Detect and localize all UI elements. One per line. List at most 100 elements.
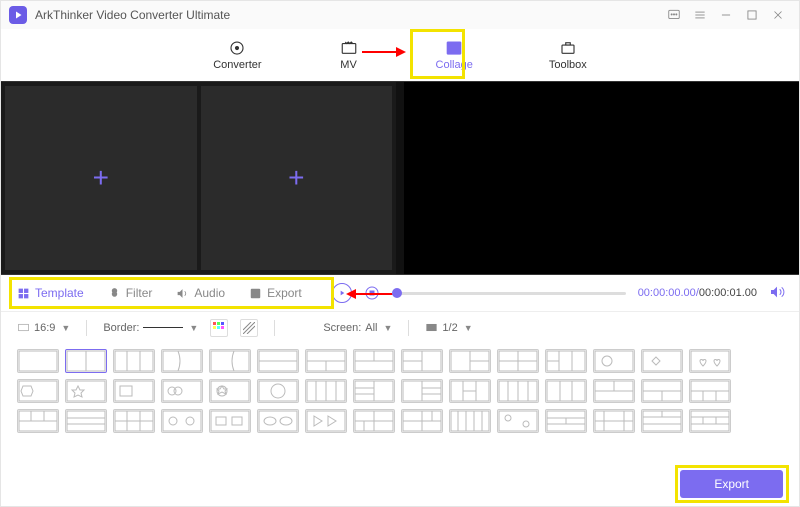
template-icon — [17, 287, 30, 300]
template-thumb[interactable] — [449, 409, 491, 433]
menu-icon[interactable] — [687, 5, 713, 25]
template-thumb[interactable] — [497, 379, 539, 403]
template-thumb[interactable] — [641, 409, 683, 433]
template-thumb[interactable] — [305, 349, 347, 373]
template-thumb[interactable] — [497, 349, 539, 373]
slider-thumb[interactable] — [392, 288, 402, 298]
template-thumb[interactable] — [449, 349, 491, 373]
editor-tabs: Template Filter Audio Export 00:00:00.00… — [1, 275, 799, 311]
template-thumb[interactable] — [113, 409, 155, 433]
template-thumb[interactable] — [305, 379, 347, 403]
template-thumb[interactable] — [209, 379, 251, 403]
workspace: + + — [1, 81, 799, 275]
template-options: 16:9▼ Border: ▼ Screen: All ▼ 1/2 ▼ — [1, 311, 799, 343]
volume-button[interactable] — [769, 284, 785, 303]
template-thumb[interactable] — [17, 379, 59, 403]
template-thumb[interactable] — [401, 409, 443, 433]
add-media-slot-1[interactable]: + — [5, 86, 197, 270]
template-thumb[interactable] — [161, 409, 203, 433]
template-thumb[interactable] — [113, 379, 155, 403]
tab-audio[interactable]: Audio — [176, 286, 225, 300]
screen-selector[interactable]: Screen: All ▼ — [323, 322, 392, 334]
template-thumb[interactable] — [161, 349, 203, 373]
minimize-button[interactable] — [713, 5, 739, 25]
chevron-down-icon: ▼ — [189, 323, 198, 333]
export-icon — [249, 287, 262, 300]
pane-divider — [396, 82, 404, 274]
template-thumb[interactable] — [65, 379, 107, 403]
maximize-button[interactable] — [739, 5, 765, 25]
template-thumb[interactable] — [689, 349, 731, 373]
template-thumb[interactable] — [593, 349, 635, 373]
toolbox-icon — [557, 39, 579, 57]
border-color-button[interactable] — [210, 319, 228, 337]
chevron-down-icon: ▼ — [384, 323, 393, 333]
timecode: 00:00:00.00/00:00:01.00 — [638, 287, 757, 299]
template-thumb[interactable] — [353, 409, 395, 433]
preview-right — [602, 82, 799, 274]
tab-collage[interactable]: Collage — [426, 35, 483, 75]
chevron-down-icon: ▼ — [61, 323, 70, 333]
tab-export[interactable]: Export — [249, 286, 302, 300]
template-thumb[interactable] — [17, 349, 59, 373]
main-nav: Converter MV Collage Toolbox — [1, 29, 799, 81]
template-thumb[interactable] — [113, 349, 155, 373]
template-thumb[interactable] — [593, 379, 635, 403]
template-thumb[interactable] — [689, 409, 731, 433]
tab-converter[interactable]: Converter — [203, 35, 271, 75]
converter-icon — [226, 39, 248, 57]
templates-grid — [1, 343, 799, 462]
template-thumb[interactable] — [161, 379, 203, 403]
template-thumb[interactable] — [545, 409, 587, 433]
collage-icon — [443, 39, 465, 57]
feedback-icon[interactable] — [661, 5, 687, 25]
template-thumb[interactable] — [65, 349, 107, 373]
border-preview — [143, 327, 183, 328]
split-selector[interactable]: 1/2 ▼ — [425, 321, 472, 334]
ratio-icon — [17, 321, 30, 334]
aspect-ratio-selector[interactable]: 16:9▼ — [17, 321, 70, 334]
template-thumb[interactable] — [497, 409, 539, 433]
chevron-down-icon: ▼ — [464, 323, 473, 333]
playback-slider[interactable] — [392, 292, 626, 295]
template-thumb[interactable] — [209, 409, 251, 433]
border-pattern-button[interactable] — [240, 319, 258, 337]
tab-filter[interactable]: Filter — [108, 286, 153, 300]
template-thumb[interactable] — [257, 379, 299, 403]
template-thumb[interactable] — [305, 409, 347, 433]
template-thumb[interactable] — [593, 409, 635, 433]
template-thumb[interactable] — [401, 379, 443, 403]
template-thumb[interactable] — [65, 409, 107, 433]
template-thumb[interactable] — [449, 379, 491, 403]
preview-left — [404, 82, 601, 274]
template-thumb[interactable] — [689, 379, 731, 403]
template-thumb[interactable] — [545, 349, 587, 373]
template-thumb[interactable] — [209, 349, 251, 373]
template-thumb[interactable] — [257, 349, 299, 373]
arrow-annotation-top — [362, 45, 406, 62]
template-thumb[interactable] — [257, 409, 299, 433]
template-thumb[interactable] — [353, 379, 395, 403]
template-thumb[interactable] — [17, 409, 59, 433]
titlebar: ArkThinker Video Converter Ultimate — [1, 1, 799, 29]
tab-toolbox[interactable]: Toolbox — [539, 35, 597, 75]
border-selector[interactable]: Border: ▼ — [103, 322, 198, 334]
audio-icon — [176, 287, 189, 300]
template-thumb[interactable] — [401, 349, 443, 373]
split-icon — [425, 321, 438, 334]
template-thumb[interactable] — [641, 349, 683, 373]
plus-icon: + — [93, 162, 109, 194]
plus-icon: + — [288, 162, 304, 194]
export-button[interactable]: Export — [680, 470, 783, 498]
close-button[interactable] — [765, 5, 791, 25]
mv-icon — [338, 39, 360, 57]
footer: Export — [1, 462, 799, 506]
template-thumb[interactable] — [641, 379, 683, 403]
add-media-slot-2[interactable]: + — [201, 86, 393, 270]
template-thumb[interactable] — [353, 349, 395, 373]
collage-canvas: + + — [1, 82, 396, 274]
app-title: ArkThinker Video Converter Ultimate — [35, 8, 230, 22]
filter-icon — [108, 287, 121, 300]
tab-template[interactable]: Template — [17, 286, 84, 300]
template-thumb[interactable] — [545, 379, 587, 403]
